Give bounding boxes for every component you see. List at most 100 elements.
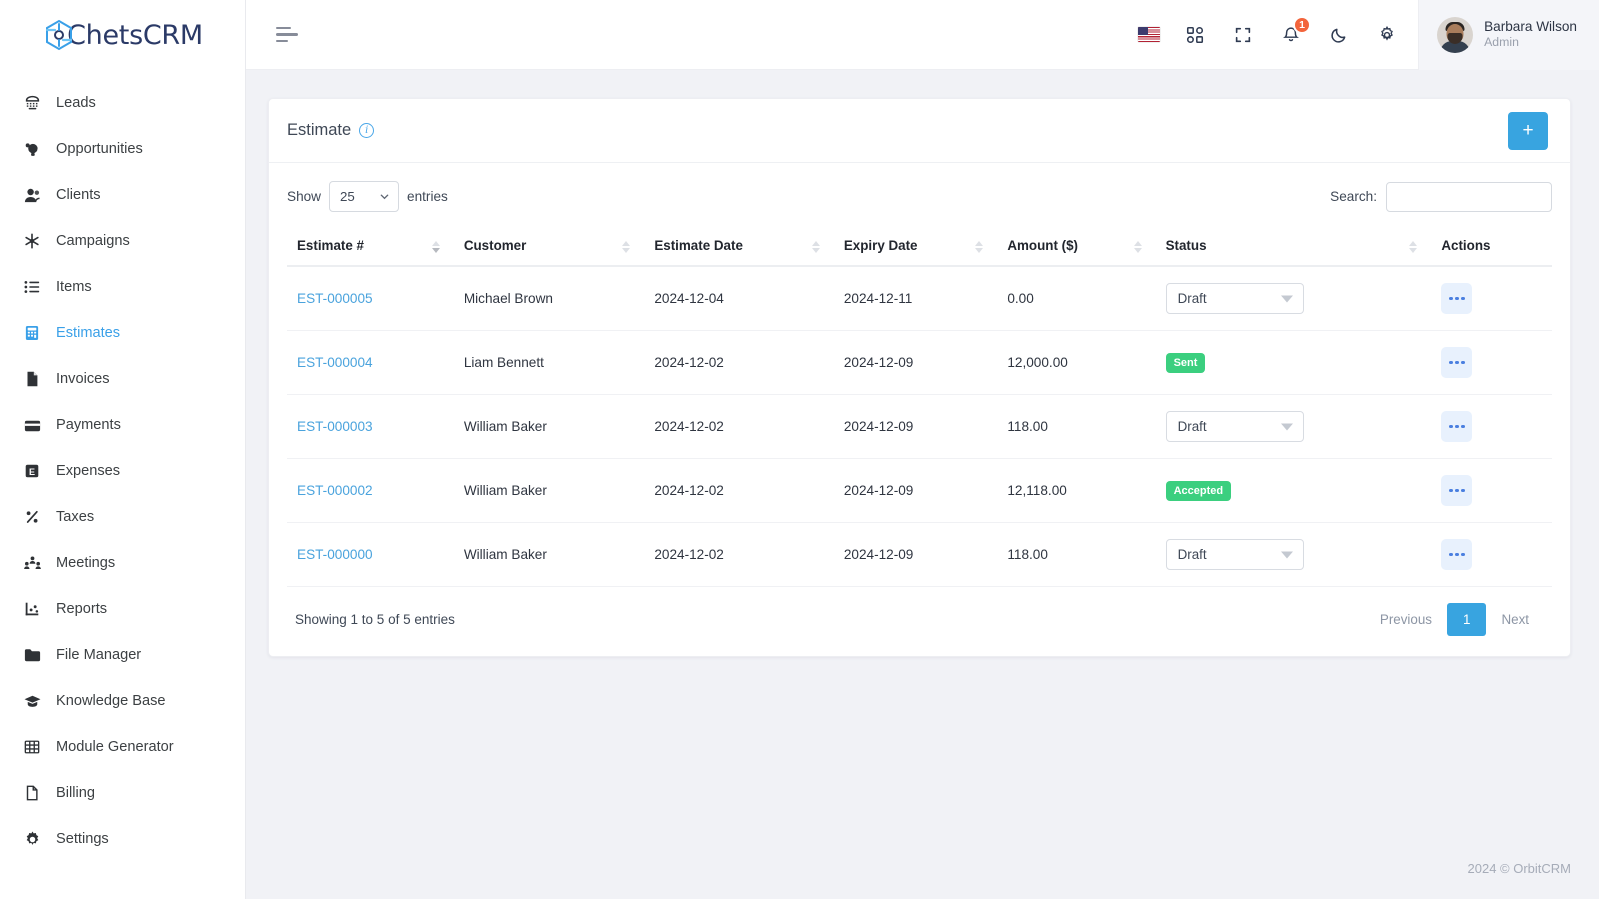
hamburger-icon[interactable]	[276, 25, 300, 45]
table-row: EST-000004 Liam Bennett 2024-12-02 2024-…	[287, 330, 1552, 395]
language-flag-us-icon[interactable]	[1138, 27, 1161, 42]
sort-indicator	[1133, 240, 1142, 253]
sidebar-item-items[interactable]: Items	[0, 264, 245, 310]
row-actions-button[interactable]	[1441, 283, 1473, 314]
sidebar-nav: Leads Opportunities Clients Campaigns It…	[0, 70, 245, 862]
column-header-status[interactable]: Status	[1155, 228, 1432, 267]
page-length-select[interactable]: 25	[329, 181, 400, 212]
sidebar-item-estimates[interactable]: Estimates	[0, 310, 245, 356]
sidebar-item-expenses[interactable]: E Expenses	[0, 448, 245, 494]
sidebar-item-payments[interactable]: Payments	[0, 402, 245, 448]
sidebar-item-reports[interactable]: Reports	[0, 586, 245, 632]
row-actions-button[interactable]	[1441, 411, 1473, 442]
pagination-next[interactable]: Next	[1486, 603, 1544, 636]
sidebar-item-meetings[interactable]: Meetings	[0, 540, 245, 586]
status-select[interactable]: Draft	[1165, 283, 1304, 314]
status-select[interactable]: Draft	[1165, 411, 1304, 442]
page-footer: 2024 © OrbitCRM	[246, 837, 1599, 899]
sidebar: ChetsCRM Leads Opportunities Clients Cam…	[0, 0, 246, 899]
search-input[interactable]	[1386, 181, 1552, 212]
column-header-amount[interactable]: Amount ($)	[997, 228, 1156, 267]
info-icon[interactable]: i	[359, 123, 375, 138]
cell-estimate-date: 2024-12-02	[644, 458, 834, 523]
search-control: Search:	[1330, 181, 1552, 212]
cell-expiry-date: 2024-12-11	[833, 266, 998, 331]
column-header-customer[interactable]: Customer	[453, 228, 645, 267]
sidebar-item-opportunities[interactable]: Opportunities	[0, 126, 245, 172]
header-icon-group: 1	[1138, 15, 1418, 48]
estimate-link[interactable]: EST-000003	[297, 419, 373, 434]
sidebar-item-campaigns[interactable]: Campaigns	[0, 218, 245, 264]
cell-status: Draft	[1155, 394, 1432, 459]
card-body: Show 25 entries Search: Estimate # Custo…	[269, 163, 1570, 656]
group-icon	[22, 553, 42, 573]
user-role: Admin	[1484, 35, 1519, 50]
sidebar-item-knowledge-base[interactable]: Knowledge Base	[0, 678, 245, 724]
credit-card-icon	[22, 415, 42, 435]
cell-estimate-date: 2024-12-04	[644, 266, 834, 331]
card-header: Estimate i +	[269, 99, 1570, 163]
cell-estimate-no: EST-000005	[287, 266, 454, 331]
brand-logo[interactable]: ChetsCRM	[0, 0, 245, 70]
row-actions-button[interactable]	[1441, 347, 1473, 378]
sidebar-item-label: Campaigns	[56, 233, 130, 249]
search-label: Search:	[1330, 189, 1377, 204]
page-length-value: 25	[340, 189, 355, 204]
status-badge: Accepted	[1165, 480, 1232, 501]
brand-name: ChetsCRM	[67, 19, 203, 51]
sort-indicator	[1409, 240, 1418, 253]
sidebar-item-billing[interactable]: Billing	[0, 770, 245, 816]
pagination-page-1[interactable]: 1	[1447, 603, 1487, 636]
lightbulb-icon	[22, 139, 42, 159]
sidebar-item-clients[interactable]: Clients	[0, 172, 245, 218]
notifications-bell-icon[interactable]: 1	[1278, 15, 1312, 48]
table-row: EST-000000 William Baker 2024-12-02 2024…	[287, 522, 1552, 587]
list-icon	[22, 277, 42, 297]
chevron-down-icon	[1280, 423, 1293, 430]
fullscreen-icon[interactable]	[1230, 22, 1256, 48]
sidebar-item-label: Taxes	[56, 509, 95, 525]
calculator-icon	[22, 323, 42, 343]
user-profile-menu[interactable]: Barbara Wilson Admin	[1418, 0, 1599, 70]
table-row: EST-000002 William Baker 2024-12-02 2024…	[287, 458, 1552, 523]
row-actions-button[interactable]	[1441, 475, 1473, 506]
table-footer: Showing 1 to 5 of 5 entries Previous 1 N…	[287, 587, 1552, 656]
sort-indicator	[811, 240, 820, 253]
add-estimate-button[interactable]: +	[1508, 111, 1548, 150]
sidebar-item-label: Knowledge Base	[56, 693, 166, 709]
page-content: Estimate i + Show 25 entries Search: Est…	[246, 70, 1599, 837]
show-label: Show	[287, 189, 322, 204]
table-header-row: Estimate # Customer Estimate Date Expiry…	[287, 228, 1552, 267]
sidebar-item-label: Estimates	[56, 325, 121, 341]
pagination-previous[interactable]: Previous	[1365, 603, 1447, 636]
sidebar-item-settings[interactable]: Settings	[0, 816, 245, 862]
notification-count-badge: 1	[1293, 15, 1312, 34]
column-header-expiry-date[interactable]: Expiry Date	[833, 228, 998, 267]
settings-gear-icon[interactable]	[1374, 22, 1400, 48]
estimate-link[interactable]: EST-000004	[297, 355, 373, 370]
column-header-estimate-no[interactable]: Estimate #	[287, 228, 454, 267]
cell-estimate-no: EST-000000	[287, 522, 454, 587]
cell-expiry-date: 2024-12-09	[833, 522, 998, 587]
sidebar-item-label: Billing	[56, 785, 95, 801]
graduation-cap-icon	[22, 691, 42, 711]
sidebar-item-invoices[interactable]: Invoices	[0, 356, 245, 402]
column-header-estimate-date[interactable]: Estimate Date	[644, 228, 834, 267]
expense-icon: E	[22, 461, 42, 481]
apps-grid-icon[interactable]	[1182, 22, 1208, 48]
estimate-link[interactable]: EST-000005	[297, 291, 373, 306]
sidebar-item-module-generator[interactable]: Module Generator	[0, 724, 245, 770]
sidebar-item-file-manager[interactable]: File Manager	[0, 632, 245, 678]
sidebar-item-leads[interactable]: Leads	[0, 80, 245, 126]
row-actions-button[interactable]	[1441, 539, 1473, 570]
dark-mode-moon-icon[interactable]	[1326, 22, 1352, 48]
sidebar-item-taxes[interactable]: Taxes	[0, 494, 245, 540]
status-select[interactable]: Draft	[1165, 539, 1304, 570]
estimate-card: Estimate i + Show 25 entries Search: Est…	[268, 98, 1571, 657]
svg-text:E: E	[29, 467, 35, 477]
document-icon	[22, 783, 42, 803]
estimate-link[interactable]: EST-000002	[297, 483, 373, 498]
top-header: 1 Barbara Wilson Admin	[246, 0, 1599, 70]
estimate-link[interactable]: EST-000000	[297, 547, 373, 562]
cell-actions	[1431, 330, 1552, 395]
